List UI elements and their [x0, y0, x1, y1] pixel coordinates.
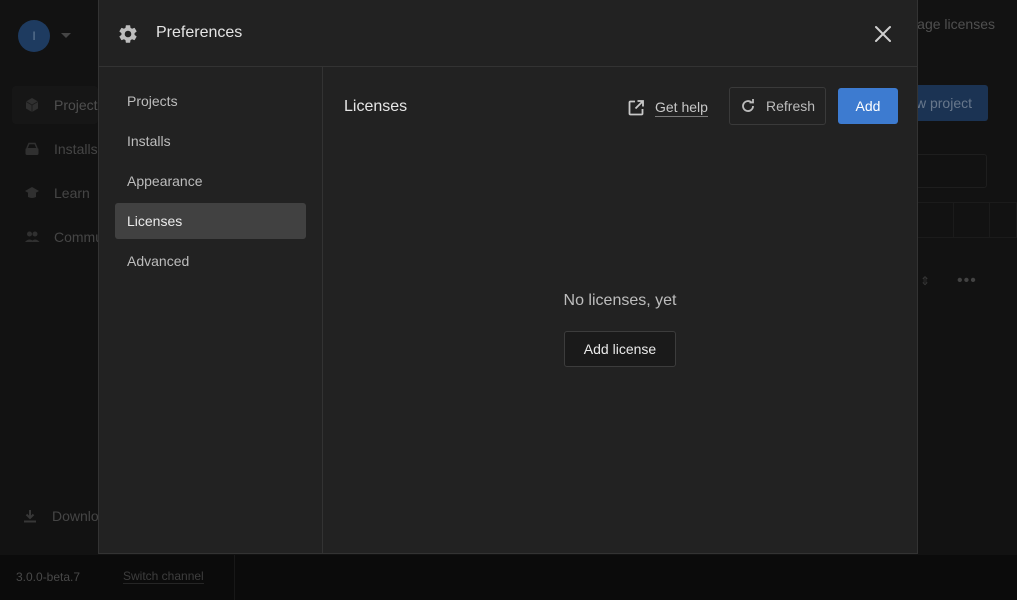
sidebar-item-label: Projects [127, 93, 178, 109]
licenses-panel: Licenses Get help Refresh Add No license… [323, 67, 917, 554]
sidebar-item-advanced[interactable]: Advanced [115, 243, 306, 279]
preferences-sidebar: Projects Installs Appearance Licenses Ad… [99, 67, 323, 554]
refresh-label: Refresh [766, 98, 816, 114]
sidebar-item-appearance[interactable]: Appearance [115, 163, 306, 199]
sidebar-item-label: Advanced [127, 253, 190, 269]
dialog-title: Preferences [156, 24, 243, 41]
refresh-icon [742, 99, 754, 112]
sidebar-item-label: Licenses [127, 213, 183, 229]
sidebar-item-licenses[interactable]: Licenses [115, 203, 306, 239]
empty-state-message: No licenses, yet [563, 292, 677, 309]
add-license-button[interactable]: Add license [564, 331, 676, 367]
get-help-label: Get help [655, 99, 708, 117]
refresh-button[interactable]: Refresh [729, 87, 826, 125]
sidebar-item-projects[interactable]: Projects [115, 83, 306, 119]
dialog-header: Preferences [99, 0, 917, 67]
sidebar-item-label: Appearance [127, 173, 203, 189]
get-help-link[interactable]: Get help [627, 96, 708, 120]
preferences-dialog: Preferences Projects Installs Appearance… [98, 0, 918, 554]
sidebar-item-label: Installs [127, 133, 171, 149]
add-button[interactable]: Add [838, 88, 898, 124]
external-link-icon [628, 100, 644, 116]
close-icon[interactable] [873, 24, 893, 44]
gear-icon [119, 25, 137, 43]
panel-title: Licenses [344, 98, 408, 115]
sidebar-item-installs[interactable]: Installs [115, 123, 306, 159]
